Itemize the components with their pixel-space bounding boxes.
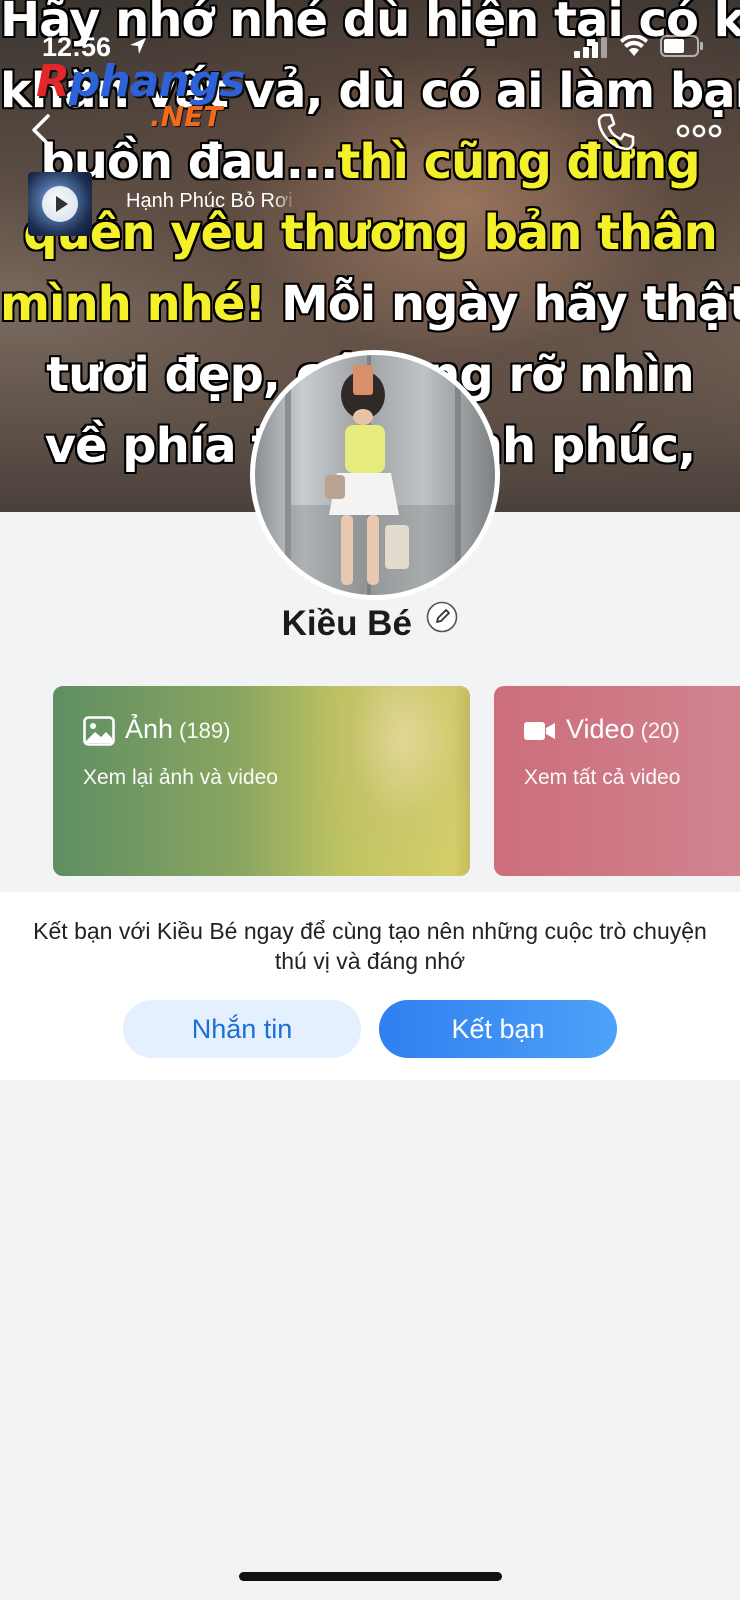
photos-card[interactable]: Ảnh (189) Xem lại ảnh và video — [53, 686, 470, 876]
cover-caption-line: mình nhé! Mỗi ngày hãy thật — [0, 276, 740, 332]
avatar-photo — [285, 355, 461, 595]
home-indicator[interactable] — [239, 1572, 502, 1581]
watermark-logo: Rphangs .NET — [36, 56, 266, 136]
friend-request-panel: Kết bạn với Kiều Bé ngay để cùng tạo nên… — [0, 892, 740, 1080]
back-arrow-icon[interactable] — [28, 112, 56, 148]
photos-count: (189) — [179, 718, 231, 743]
card-background-photo — [308, 686, 470, 876]
watermark-suffix: .NET — [150, 100, 223, 133]
play-icon[interactable] — [42, 186, 78, 222]
profile-music[interactable]: Hạnh Phúc Bỏ Rơi Em — [28, 172, 298, 236]
music-title: Hạnh Phúc Bỏ Rơi Em — [126, 190, 298, 212]
more-icon[interactable] — [676, 120, 722, 142]
photos-title: Ảnh — [125, 714, 174, 744]
music-thumbnail — [28, 172, 92, 236]
photos-card-title: Ảnh (189) — [125, 714, 230, 745]
videos-count: (20) — [640, 718, 680, 743]
videos-card-subtitle: Xem tất cả video — [524, 766, 681, 789]
edit-icon[interactable] — [426, 601, 458, 633]
photos-card-subtitle: Xem lại ảnh và video — [83, 766, 278, 789]
videos-card[interactable]: Video (20) Xem tất cả video — [494, 686, 740, 876]
cover-caption-segment: thì cũng đừng — [337, 134, 700, 190]
signal-icon — [574, 37, 607, 58]
image-icon — [83, 716, 115, 746]
profile-name-row: Kiều Bé — [0, 601, 740, 652]
wifi-icon — [620, 35, 648, 56]
videos-card-title: Video (20) — [566, 714, 680, 745]
profile-name: Kiều Bé — [281, 604, 412, 643]
location-arrow-icon — [130, 38, 146, 54]
cover-caption-segment: mình nhé! — [0, 276, 266, 332]
video-camera-icon — [524, 722, 555, 740]
add-friend-button[interactable]: Kết bạn — [379, 1000, 617, 1058]
friend-prompt-text: Kết bạn với Kiều Bé ngay để cùng tạo nên… — [33, 918, 707, 974]
cover-caption-segment: Mỗi ngày hãy thật — [265, 276, 740, 332]
avatar[interactable] — [250, 350, 500, 600]
phone-icon[interactable] — [596, 112, 636, 152]
videos-title: Video — [566, 714, 635, 744]
battery-icon — [660, 35, 703, 57]
card-background-hair — [453, 686, 470, 876]
message-button[interactable]: Nhắn tin — [123, 1000, 361, 1058]
